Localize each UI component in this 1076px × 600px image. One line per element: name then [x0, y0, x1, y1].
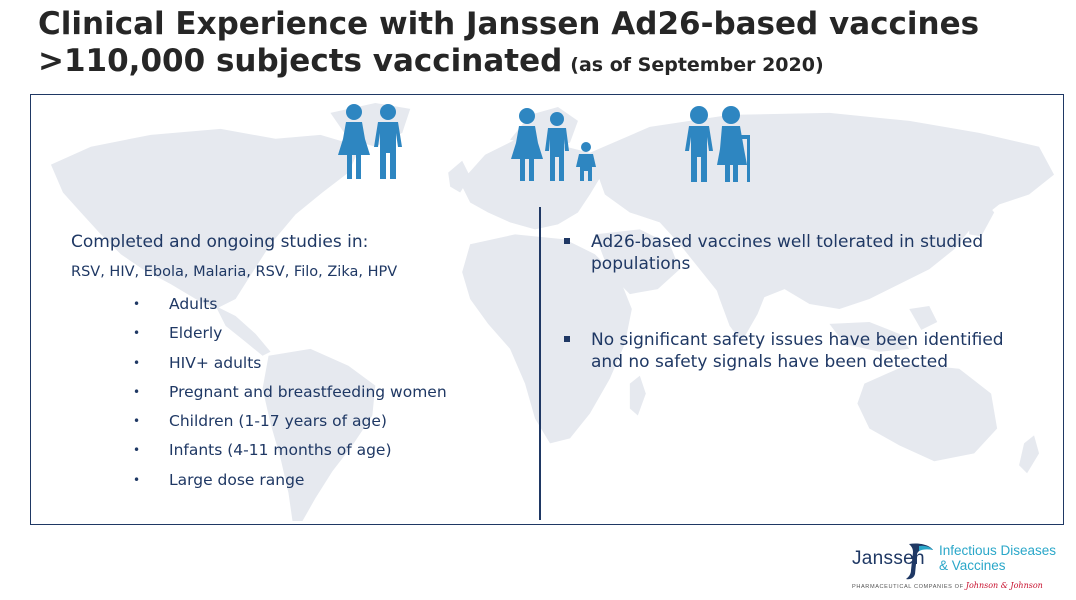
square-bullet-icon	[564, 238, 570, 244]
title-line-1: Clinical Experience with Janssen Ad26-ba…	[38, 6, 980, 42]
logo-unit-name: Infectious Diseases & Vaccines	[939, 543, 1057, 573]
elderly-couple-icon	[681, 105, 761, 185]
studies-disease-list: RSV, HIV, Ebola, Malaria, RSV, Filo, Zik…	[71, 264, 398, 280]
list-item: • Pregnant and breastfeeding women	[71, 378, 521, 407]
safety-summary-section: Ad26-based vaccines well tolerated in st…	[561, 231, 1031, 373]
studies-heading: Completed and ongoing studies in:	[71, 232, 369, 252]
key-point-tolerated: Ad26-based vaccines well tolerated in st…	[591, 232, 984, 274]
bullet-icon: •	[133, 443, 141, 458]
family-with-child-icon	[507, 107, 607, 183]
bullet-icon: •	[133, 472, 141, 487]
list-item: No significant safety issues have been i…	[561, 329, 1031, 373]
list-item: • Children (1-17 years of age)	[71, 407, 521, 436]
list-item: • Large dose range	[71, 466, 521, 495]
population-list: • Adults • Elderly • HIV+ adults • Pregnant …	[71, 290, 521, 495]
bullet-icon: •	[133, 414, 141, 429]
list-item: Ad26-based vaccines well tolerated in st…	[561, 231, 1031, 275]
square-bullet-icon	[564, 336, 570, 342]
janssen-logo: Janssen Infectious Diseases & Vaccines P…	[848, 540, 1063, 594]
bullet-icon: •	[133, 355, 141, 370]
page-title: Clinical Experience with Janssen Ad26-ba…	[38, 6, 979, 84]
list-item: • Infants (4-11 months of age)	[71, 436, 521, 465]
adult-couple-icon	[334, 103, 409, 181]
list-item: • Adults	[71, 290, 521, 319]
list-item: • HIV+ adults	[71, 349, 521, 378]
list-item: • Elderly	[71, 319, 521, 348]
bullet-icon: •	[133, 384, 141, 399]
column-divider	[539, 207, 541, 520]
bullet-icon: •	[133, 326, 141, 341]
bullet-icon: •	[133, 297, 141, 311]
title-line-2: >110,000 subjects vaccinated (as of Septe…	[38, 43, 979, 84]
studies-section: Completed and ongoing studies in: RSV, H…	[71, 231, 521, 495]
janssen-swoosh-icon	[906, 543, 933, 580]
key-point-safety: No significant safety issues have been i…	[591, 330, 1004, 372]
logo-tagline: PHARMACEUTICAL COMPANIES OF Johnson & Jo…	[852, 581, 1043, 590]
title-subjects-count: >110,000 subjects vaccinated	[38, 43, 563, 79]
content-panel: Completed and ongoing studies in: RSV, H…	[30, 94, 1064, 525]
title-date-note: (as of September 2020)	[570, 54, 824, 76]
